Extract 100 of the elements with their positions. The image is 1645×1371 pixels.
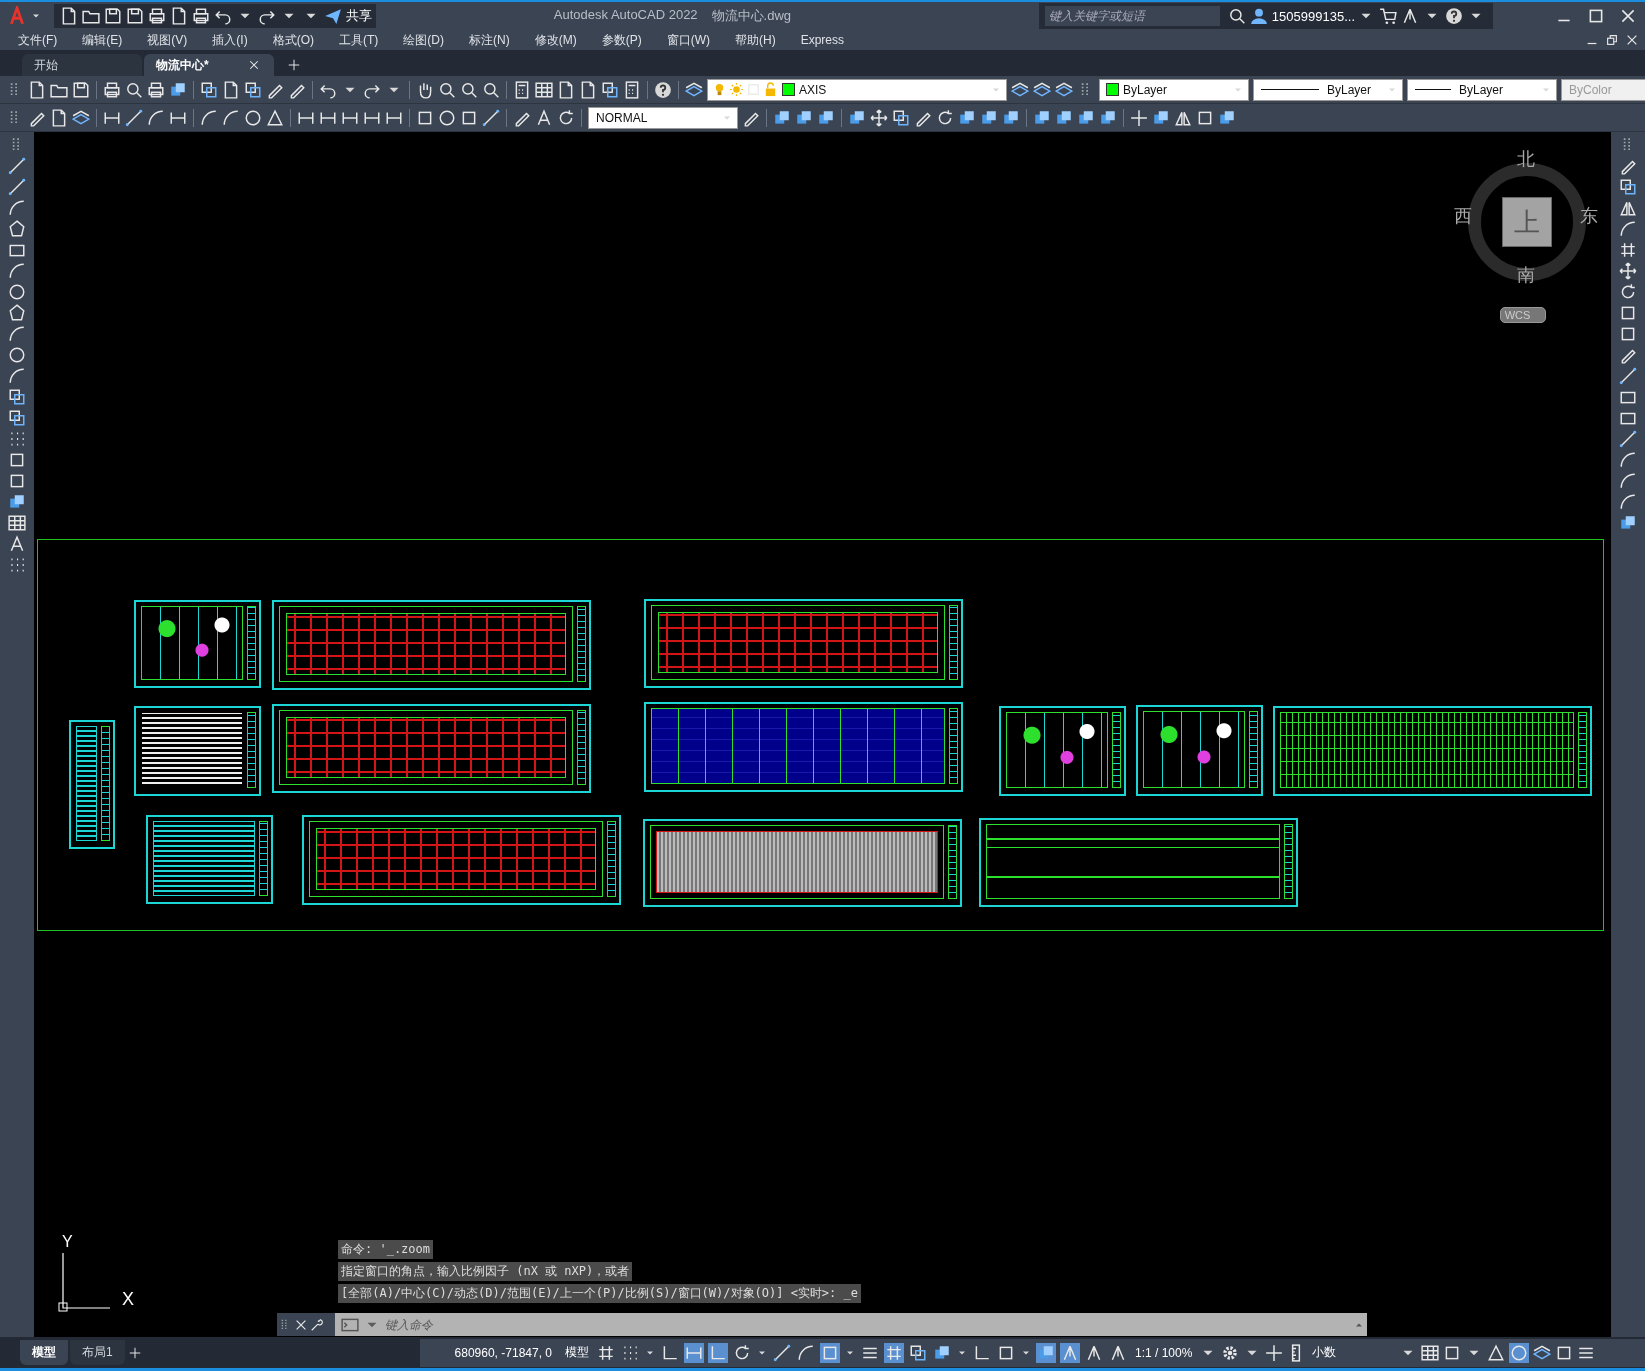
solid-shape-icon[interactable] [980,108,998,127]
copy-icon[interactable] [8,388,26,406]
line-icon[interactable] [1619,367,1637,385]
text-icon[interactable] [535,108,553,127]
new-document-icon[interactable] [170,7,188,25]
restore-icon[interactable] [1605,33,1619,47]
save-icon[interactable] [72,80,90,99]
layers-icon[interactable] [1011,80,1029,99]
arc-icon[interactable] [1619,451,1637,469]
solid-shape-icon[interactable] [1218,108,1236,127]
user-name[interactable]: 1505999135... [1271,8,1355,24]
arc-icon[interactable] [8,262,26,280]
move-icon[interactable] [1619,262,1637,280]
arc-icon[interactable] [222,108,240,127]
layers-icon[interactable] [1055,80,1073,99]
menu-item[interactable]: 格式(O) [272,31,314,49]
menu-item[interactable]: 窗口(W) [666,31,710,49]
menu-item[interactable]: 标注(N) [469,31,510,49]
layout-tab[interactable]: 模型 [20,1340,68,1365]
zoom-icon[interactable] [125,80,143,99]
grid-icon[interactable] [884,1342,904,1363]
search-field[interactable]: 键入关键字或短语 [1044,6,1220,26]
line-icon[interactable] [482,108,500,127]
solid-shape-icon[interactable] [169,80,187,99]
solid-shape-icon[interactable] [795,108,813,127]
arc-icon[interactable] [1619,472,1637,490]
text-icon[interactable] [8,535,26,553]
table-icon[interactable] [1421,1343,1440,1362]
user-icon[interactable] [1249,7,1268,25]
polygon-icon[interactable] [8,304,26,322]
plus-icon[interactable] [1265,1343,1284,1362]
grid-icon[interactable] [1619,241,1637,259]
arc-icon[interactable] [8,325,26,343]
arc-icon[interactable] [200,108,218,127]
printer-icon[interactable] [103,80,121,99]
line-icon[interactable] [125,108,143,127]
command-line-field[interactable]: 键入命令 [335,1313,1367,1336]
new-document-icon[interactable] [579,80,597,99]
close-icon[interactable] [248,59,260,71]
arc-icon[interactable] [1619,493,1637,511]
plus-icon[interactable] [128,1346,141,1359]
menu-item[interactable]: 编辑(E) [82,31,123,49]
lineweight-dropdown[interactable]: ByLayer [1407,78,1557,101]
rotate-icon[interactable] [936,108,954,127]
layers-icon[interactable] [1533,1343,1552,1362]
menu-item[interactable]: 文件(F) [18,31,58,49]
copy-icon[interactable] [200,80,218,99]
rotate-icon[interactable] [557,108,575,127]
triangle-icon[interactable] [1487,1343,1506,1362]
printer-icon[interactable] [192,7,210,25]
cart-icon[interactable] [1379,7,1397,25]
solid-shape-icon[interactable] [1099,108,1117,127]
menu-item[interactable]: 插入(I) [212,31,248,49]
document-tab[interactable]: 开始 [22,54,142,76]
copy-icon[interactable] [8,409,26,427]
new-document-icon[interactable] [557,80,575,99]
solid-shape-icon[interactable] [1036,1342,1056,1363]
menu-item[interactable]: 帮助(H) [735,31,776,49]
printer-icon[interactable] [147,80,165,99]
plus-icon[interactable] [1130,108,1148,127]
solid-shape-icon[interactable] [817,108,835,127]
document-tab[interactable]: 物流中心* [144,54,274,76]
command-input-field[interactable]: 键入命令 [383,1316,1351,1333]
help-icon[interactable] [1445,7,1463,25]
compass-west-label[interactable]: 西 [1454,204,1472,228]
layer-dropdown[interactable]: AXIS [707,78,1007,101]
calculator-icon[interactable] [513,80,531,99]
solid-shape-icon[interactable] [773,108,791,127]
line-icon[interactable] [772,1342,792,1363]
solid-shape-icon[interactable] [1033,108,1051,127]
save-icon[interactable] [104,7,122,25]
menu-item[interactable]: 工具(T) [339,31,379,49]
annotation-icon[interactable] [1401,7,1419,25]
arc-icon[interactable] [8,367,26,385]
arc-icon[interactable] [1619,220,1637,238]
dot-grid-icon[interactable] [8,556,26,574]
circle-icon[interactable] [1509,1342,1530,1363]
solid-shape-icon[interactable] [1619,514,1637,532]
pencil-icon[interactable] [1619,346,1637,364]
close-icon[interactable] [1619,7,1637,25]
table-icon[interactable] [535,80,553,99]
move-icon[interactable] [870,108,888,127]
annotation-scale-button[interactable]: 1:1 / 100% [1130,1345,1198,1360]
zoom-icon[interactable] [438,80,456,99]
rotate-icon[interactable] [1619,283,1637,301]
circle-icon[interactable] [8,346,26,364]
menu-item[interactable]: 绘图(D) [403,31,444,49]
annotation-icon[interactable] [1060,1342,1080,1363]
wrench-icon[interactable] [310,1317,324,1332]
layers-icon[interactable] [72,108,90,127]
solid-shape-icon[interactable] [8,493,26,511]
corner-icon[interactable] [708,1342,728,1363]
line-icon[interactable] [1619,430,1637,448]
dot-grid-icon[interactable] [8,430,26,448]
arc-icon[interactable] [8,199,26,217]
copy-icon[interactable] [601,80,619,99]
new-document-icon[interactable] [50,108,68,127]
layout-tab[interactable]: 布局1 [70,1340,125,1365]
arc-icon[interactable] [147,108,165,127]
copy-icon[interactable] [244,80,262,99]
